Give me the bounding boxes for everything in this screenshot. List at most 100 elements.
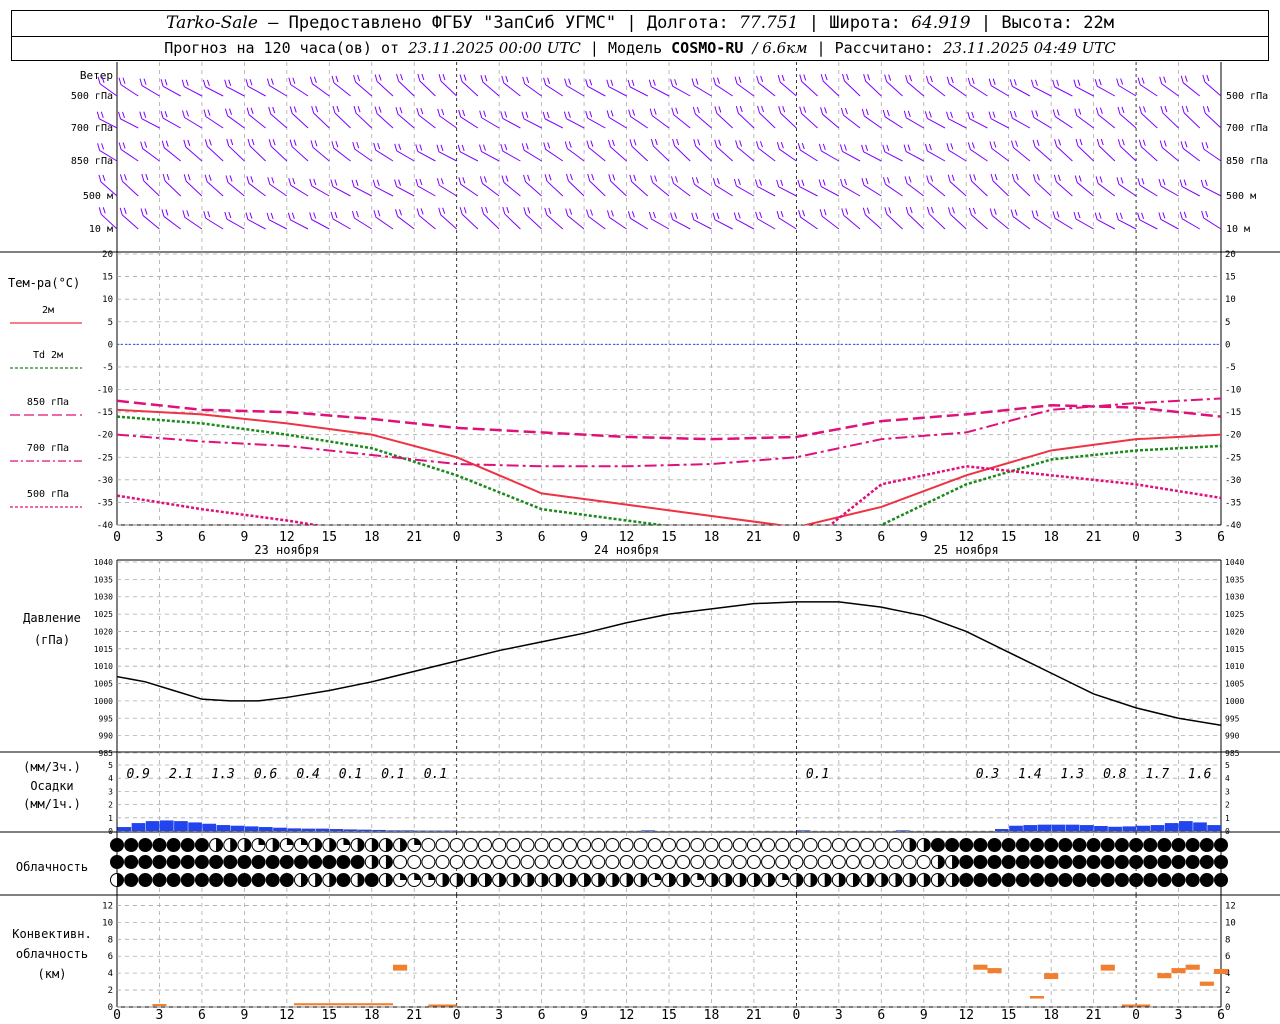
wind-barb	[203, 211, 224, 230]
cloud-symbol	[1030, 873, 1044, 887]
wind-barb	[416, 107, 436, 129]
cloud-symbol	[704, 855, 719, 869]
wind-barb	[990, 173, 1010, 197]
wind-barb	[735, 140, 755, 162]
cloud-symbol-fill	[881, 873, 888, 887]
cloud-symbol-fill	[598, 873, 605, 887]
wind-barb	[840, 107, 861, 129]
wind-barb	[139, 111, 160, 129]
time-tick-bottom: 6	[198, 1008, 206, 1023]
cloud-symbol-fill	[923, 873, 931, 887]
wind-barb	[840, 178, 861, 197]
cloud-symbol	[1185, 838, 1200, 852]
wind-level-label: 700 гПа	[71, 123, 113, 134]
wind-barb	[183, 139, 203, 162]
wind-barb	[332, 105, 351, 129]
wind-barb	[585, 79, 606, 97]
wind-barb	[119, 174, 139, 197]
wind-barb	[777, 74, 797, 97]
cloud-symbol	[1001, 855, 1016, 869]
pressure-ytick: 1040	[94, 558, 113, 567]
temp-ytick: -30	[97, 476, 113, 486]
time-tick-bottom: 6	[538, 1008, 546, 1023]
wind-barb	[415, 144, 436, 162]
wind-barb	[776, 142, 797, 162]
conv-unit: (км)	[38, 967, 67, 981]
wind-barb	[543, 77, 564, 97]
cloud-symbol-fill	[541, 873, 549, 887]
cloud-symbol	[959, 855, 974, 869]
cloud-symbol	[407, 855, 422, 869]
cloud-symbol	[846, 855, 860, 869]
cloud-symbol	[619, 838, 634, 852]
cloud-symbol	[732, 838, 747, 852]
time-tick: 18	[1043, 530, 1059, 545]
precip-3h-label: 0.1	[339, 767, 362, 782]
precip-bar	[1079, 825, 1094, 831]
conv-segment	[393, 964, 408, 971]
wind-barb	[776, 179, 797, 197]
wind-barb	[1115, 212, 1137, 230]
cloud-symbol	[152, 873, 167, 887]
cloud-symbol	[1100, 855, 1115, 869]
wind-barb	[245, 212, 266, 230]
wind-barb	[395, 209, 415, 230]
cloud-symbol	[1143, 855, 1158, 869]
cloud-symbol	[463, 838, 478, 852]
precip-ytick-right: 0	[1225, 827, 1230, 836]
cloud-symbol	[973, 855, 988, 869]
pressure-ytick: 1015	[94, 645, 113, 654]
wind-barb	[926, 175, 946, 197]
wind-barb	[733, 212, 755, 230]
legend-label: 2м	[42, 305, 54, 316]
cloud-symbol	[180, 838, 195, 852]
wind-barb	[140, 141, 160, 162]
cloud-symbol	[110, 855, 124, 869]
time-tick-bottom: 3	[835, 1008, 843, 1023]
wind-barb	[819, 209, 840, 230]
cloud-symbol-fill	[626, 873, 634, 887]
wind-barb	[1032, 174, 1052, 197]
cloud-symbol	[874, 855, 889, 869]
cloud-symbol-fill	[669, 873, 676, 887]
wind-barb	[438, 73, 458, 97]
pressure-ytick-right: 1000	[1225, 697, 1244, 706]
pressure-ytick: 985	[99, 749, 114, 758]
temp-ytick-right: 20	[1225, 250, 1236, 260]
wind-barb	[606, 110, 627, 129]
cloud-symbol	[265, 873, 280, 887]
wind-barb	[798, 210, 818, 230]
wind-barb	[1009, 79, 1031, 97]
wind-barb	[1095, 107, 1116, 129]
wind-barb	[480, 75, 500, 97]
cloud-symbol-fill	[923, 838, 931, 852]
wind-barb	[1179, 211, 1201, 230]
cloud-symbol	[831, 855, 846, 869]
precip-bar	[117, 827, 132, 831]
wind-barb	[670, 212, 691, 230]
time-tick: 9	[920, 530, 928, 545]
temp-ytick: -10	[97, 386, 113, 396]
wind-barb	[1011, 140, 1031, 162]
precip-bar	[1179, 821, 1193, 831]
wind-barb	[946, 111, 967, 129]
cloud-symbol	[1030, 838, 1044, 852]
cloud-symbol	[506, 855, 521, 869]
cloud-symbol	[633, 855, 648, 869]
cloud-symbol-fill	[753, 873, 761, 887]
precip-3h-label: 1.4	[1018, 767, 1041, 782]
wind-barb	[309, 212, 330, 230]
conv-segment	[293, 1003, 393, 1006]
temp-ytick-right: 0	[1225, 340, 1230, 350]
precip-bar	[1009, 825, 1023, 831]
time-tick: 15	[1001, 530, 1017, 545]
pressure-ytick: 1000	[94, 697, 113, 706]
cloud-symbol-fill	[527, 873, 534, 887]
cloud-symbol	[1100, 873, 1115, 887]
wind-barb	[226, 138, 245, 162]
wind-barb	[351, 210, 373, 230]
wind-barb	[521, 111, 542, 129]
cloud-symbol	[562, 855, 577, 869]
cloud-symbol	[237, 873, 252, 887]
cloud-symbol-fill	[697, 873, 704, 880]
